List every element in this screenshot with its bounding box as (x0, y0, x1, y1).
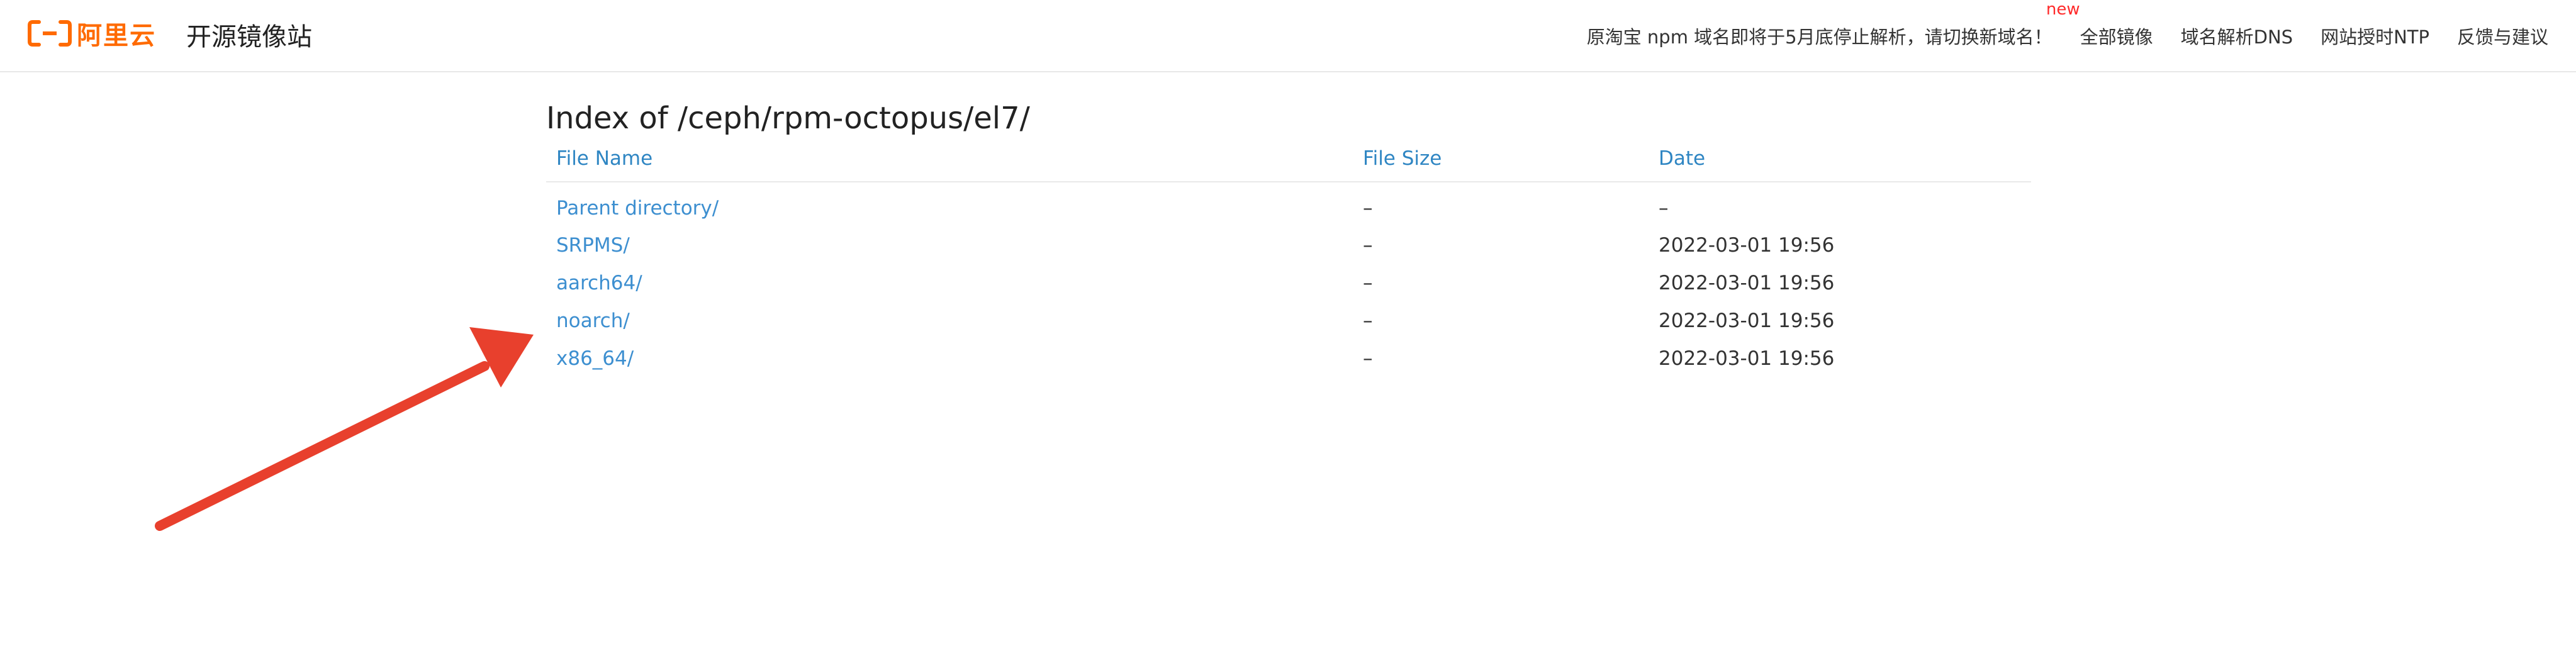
srpms-link[interactable]: SRPMS/ (556, 234, 630, 257)
nav-npm-notice-label: 原淘宝 npm 域名即将于5月底停止解析，请切换新域名！ (1586, 26, 2052, 48)
date-cell: 2022-03-01 19:56 (1659, 234, 1835, 257)
date-cell: 2022-03-01 19:56 (1659, 309, 1835, 332)
date-cell: 2022-03-01 19:56 (1659, 272, 1835, 294)
nav-feedback[interactable]: 反馈与建议 (2457, 23, 2548, 49)
file-size-cell: – (1363, 309, 1373, 332)
file-listing-table: File Name File Size Date Parent director… (546, 146, 2031, 377)
page-title: Index of /ceph/rpm-octopus/el7/ (546, 101, 1030, 136)
noarch-link[interactable]: noarch/ (556, 309, 630, 332)
file-size-cell: – (1363, 234, 1373, 257)
table-header-row: File Name File Size Date (546, 146, 2031, 182)
table-row: SRPMS/ – 2022-03-01 19:56 (546, 226, 2031, 264)
table-row: noarch/ – 2022-03-01 19:56 (546, 302, 2031, 340)
file-size-cell: – (1363, 197, 1373, 220)
nav-ntp[interactable]: 网站授时NTP (2321, 23, 2429, 49)
table-row: x86_64/ – 2022-03-01 19:56 (546, 340, 2031, 377)
site-title[interactable]: 开源镜像站 (186, 16, 312, 53)
logo-text: 阿里云 (77, 21, 156, 50)
x86-64-link[interactable]: x86_64/ (556, 347, 634, 370)
column-header-file-size[interactable]: File Size (1353, 146, 1649, 182)
column-header-file-name[interactable]: File Name (546, 146, 1353, 182)
new-badge: new (2046, 0, 2080, 19)
table-row: Parent directory/ – – (546, 182, 2031, 226)
file-size-cell: – (1363, 272, 1373, 294)
aliyun-logo[interactable]: 阿里云 (28, 13, 156, 54)
nav-all-mirrors[interactable]: 全部镜像 (2080, 23, 2153, 49)
nav-npm-notice[interactable]: 原淘宝 npm 域名即将于5月底停止解析，请切换新域名！ new (1586, 0, 2080, 49)
table-row: aarch64/ – 2022-03-01 19:56 (546, 264, 2031, 302)
aliyun-logo-icon (28, 20, 72, 47)
date-cell: 2022-03-01 19:56 (1659, 347, 1835, 370)
nav-dns[interactable]: 域名解析DNS (2181, 23, 2293, 49)
top-nav: 原淘宝 npm 域名即将于5月底停止解析，请切换新域名！ new 全部镜像 域名… (1586, 0, 2548, 49)
column-header-date[interactable]: Date (1649, 146, 2031, 182)
file-size-cell: – (1363, 347, 1373, 370)
aarch64-link[interactable]: aarch64/ (556, 272, 642, 294)
date-cell: – (1659, 197, 1669, 220)
parent-directory-link[interactable]: Parent directory/ (556, 197, 719, 220)
top-navbar: 阿里云 开源镜像站 原淘宝 npm 域名即将于5月底停止解析，请切换新域名！ n… (0, 0, 2576, 72)
main-content: Index of /ceph/rpm-octopus/el7/ File Nam… (546, 101, 2031, 377)
